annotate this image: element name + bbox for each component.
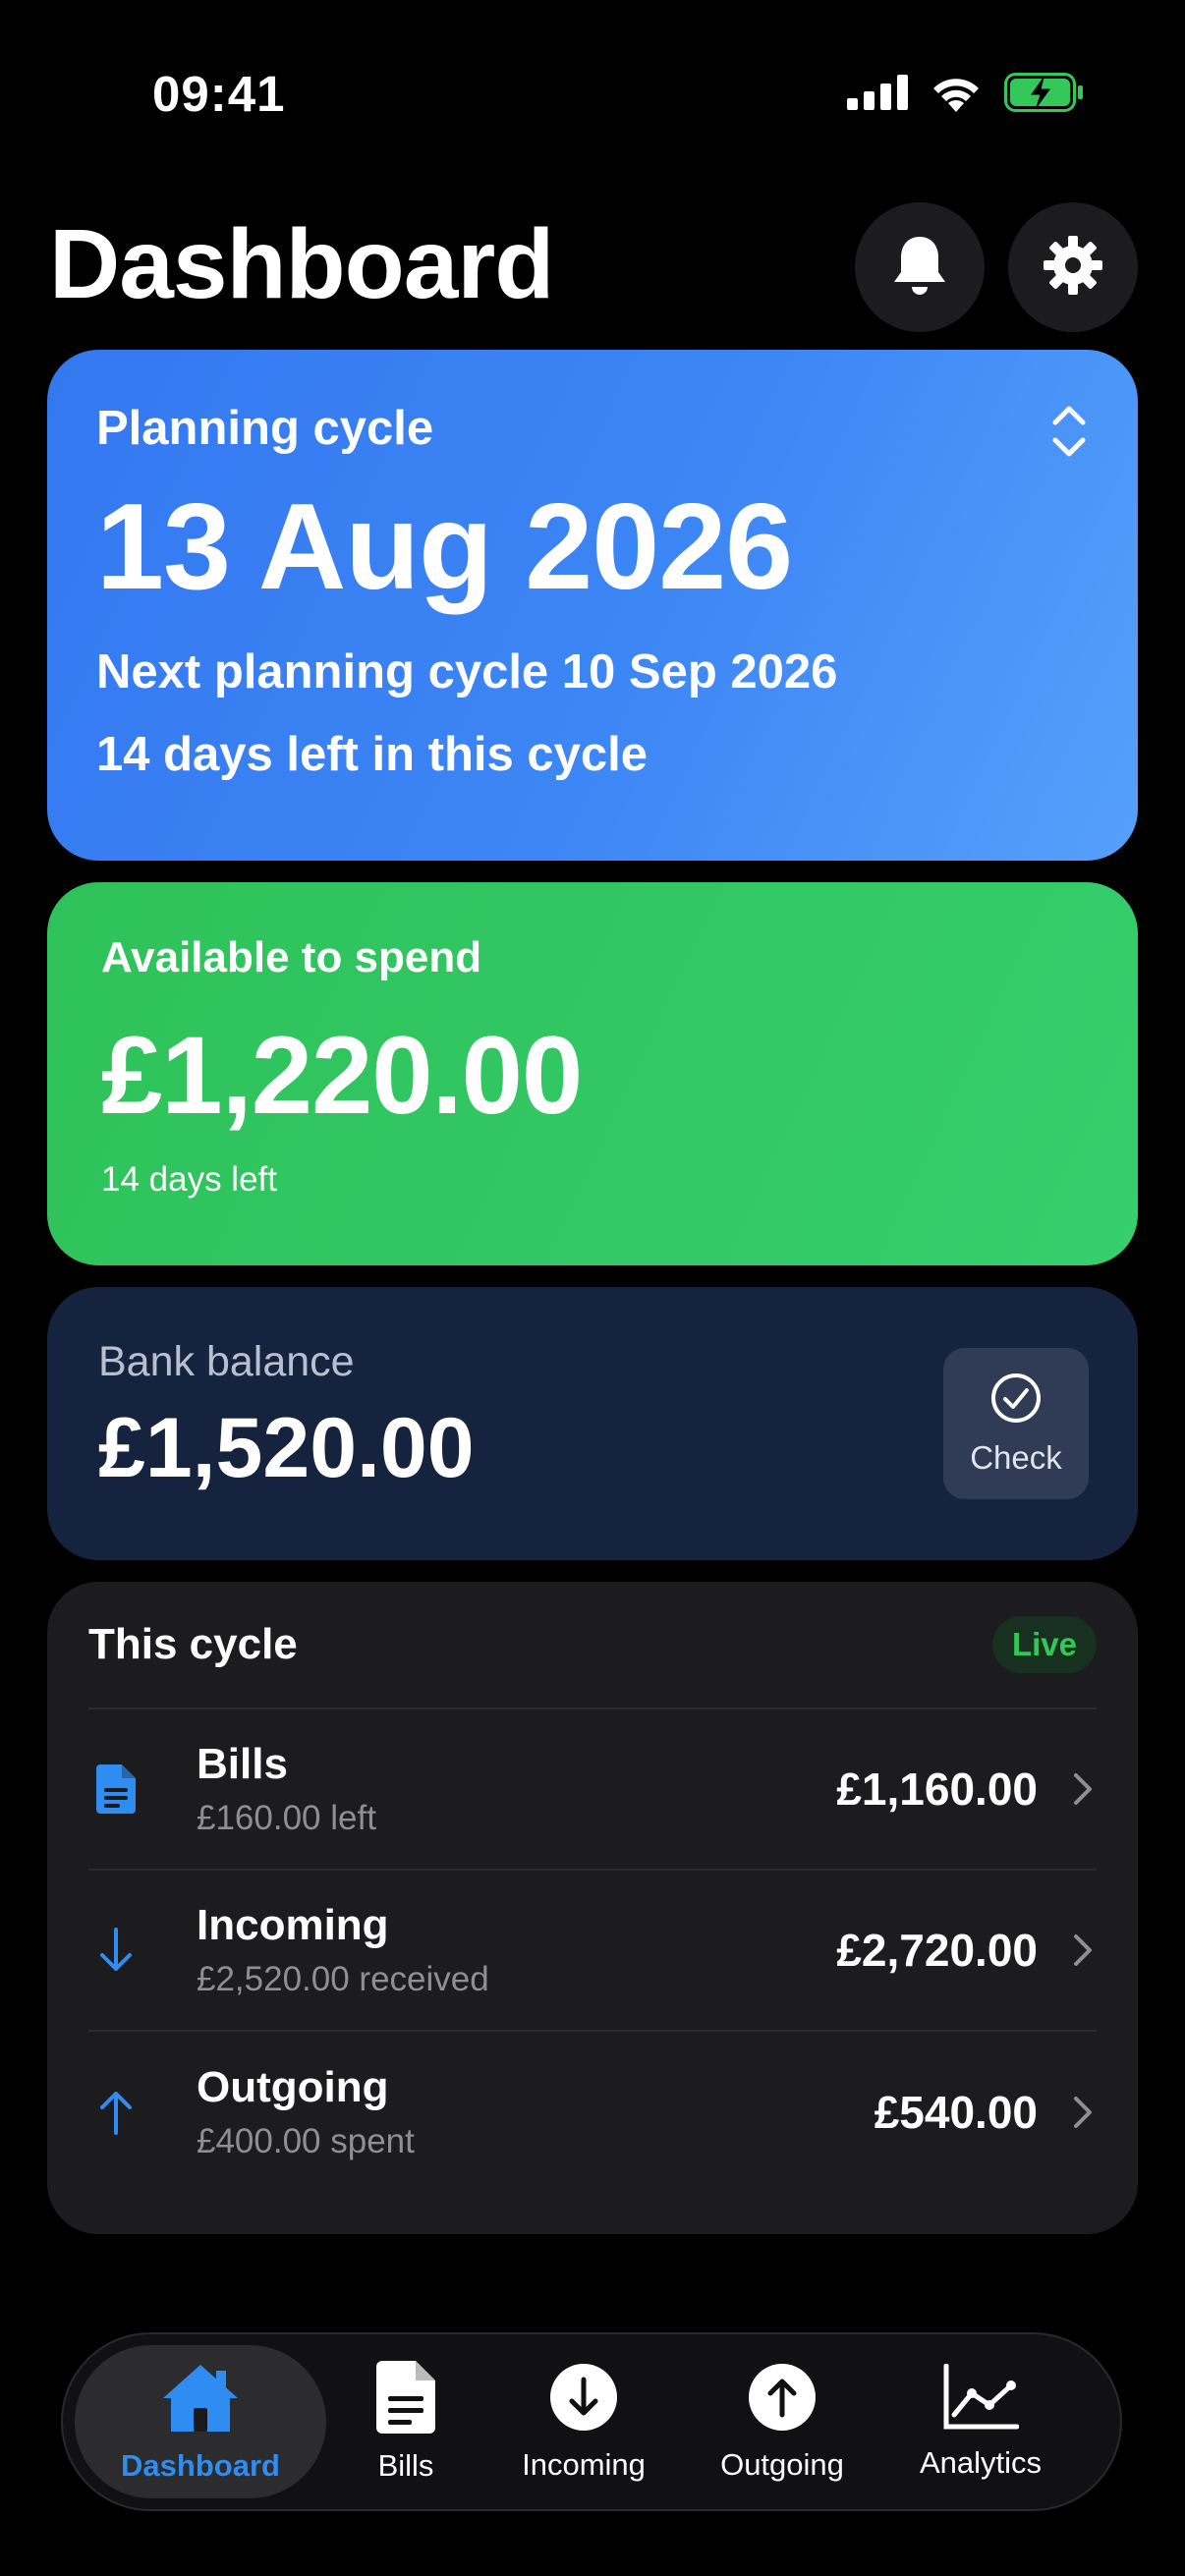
arrow-down-icon — [88, 1926, 197, 1975]
chevron-right-icon — [1073, 1933, 1097, 1967]
notifications-button[interactable] — [855, 202, 985, 332]
cellular-signal-icon — [847, 75, 908, 115]
status-icons — [847, 73, 1085, 117]
summary-row-incoming[interactable]: Incoming £2,520.00 received £2,720.00 — [88, 1871, 1097, 2032]
row-subtitle: £400.00 spent — [197, 2122, 415, 2160]
spend-label: Available to spend — [101, 933, 482, 981]
row-subtitle: £160.00 left — [197, 1799, 376, 1837]
bank-balance-label: Bank balance — [98, 1338, 355, 1385]
chevron-right-icon — [1073, 2096, 1097, 2129]
cycle-days-left: 14 days left in this cycle — [96, 728, 649, 781]
cycle-date: 13 Aug 2026 — [96, 479, 793, 615]
row-title: Incoming — [197, 1901, 389, 1949]
cycle-summary-card: This cycle Live Bills £160.00 left £1,16… — [47, 1582, 1138, 2234]
available-to-spend-card: Available to spend £1,220.00 14 days lef… — [47, 882, 1138, 1265]
chart-line-icon — [942, 2363, 1020, 2436]
document-icon — [88, 1764, 197, 1814]
arrow-down-circle-icon — [548, 2362, 619, 2437]
spend-amount: £1,220.00 — [101, 1014, 583, 1137]
tab-label: Analytics — [919, 2444, 1043, 2480]
settings-button[interactable] — [1008, 202, 1138, 332]
tab-bills[interactable]: Bills — [326, 2345, 485, 2498]
checkmark-circle-icon — [989, 1372, 1043, 1429]
live-badge: Live — [991, 1616, 1097, 1673]
tab-label: Incoming — [522, 2446, 646, 2482]
cycle-label: Planning cycle — [96, 402, 434, 455]
row-title: Outgoing — [197, 2063, 389, 2111]
check-balance-button[interactable]: Check — [943, 1348, 1089, 1499]
tab-label: Dashboard — [121, 2447, 280, 2483]
tab-label: Outgoing — [720, 2446, 844, 2482]
row-amount: £1,160.00 — [836, 1764, 1038, 1815]
wifi-icon — [930, 73, 983, 117]
summary-header: This cycle Live — [88, 1582, 1097, 1709]
row-amount: £540.00 — [874, 2087, 1038, 2138]
summary-row-outgoing[interactable]: Outgoing £400.00 spent £540.00 — [88, 2032, 1097, 2193]
tab-bar: Dashboard Bills Incoming Outgoing Analyt… — [61, 2332, 1122, 2511]
tab-outgoing[interactable]: Outgoing — [682, 2345, 882, 2498]
arrow-up-circle-icon — [747, 2362, 818, 2437]
check-button-label: Check — [970, 1438, 1062, 1476]
tab-dashboard[interactable]: Dashboard — [75, 2345, 326, 2498]
row-amount: £2,720.00 — [836, 1925, 1038, 1976]
house-icon — [159, 2361, 242, 2438]
row-title: Bills — [197, 1740, 288, 1788]
planning-cycle-card[interactable]: Planning cycle 13 Aug 2026 Next planning… — [47, 350, 1138, 861]
chevron-right-icon — [1073, 1772, 1097, 1806]
gear-icon — [1042, 234, 1104, 302]
bank-balance-card: Bank balance £1,520.00 Check — [47, 1287, 1138, 1560]
arrow-up-icon — [88, 2088, 197, 2137]
bank-balance-amount: £1,520.00 — [98, 1401, 475, 1495]
tab-analytics[interactable]: Analytics — [882, 2345, 1079, 2498]
tab-label: Bills — [377, 2447, 434, 2483]
tab-incoming[interactable]: Incoming — [485, 2345, 682, 2498]
chevron-up-down-icon[interactable] — [1049, 403, 1089, 465]
bell-icon — [890, 233, 949, 303]
row-subtitle: £2,520.00 received — [197, 1960, 489, 1998]
next-cycle-text: Next planning cycle 10 Sep 2026 — [96, 645, 838, 699]
summary-row-bills[interactable]: Bills £160.00 left £1,160.00 — [88, 1709, 1097, 1871]
status-bar: 09:41 — [0, 0, 1185, 187]
page-title: Dashboard — [49, 209, 554, 319]
spend-days-left: 14 days left — [101, 1160, 277, 1199]
document-icon — [376, 2360, 435, 2438]
summary-title: This cycle — [88, 1620, 298, 1668]
status-time: 09:41 — [152, 66, 286, 122]
battery-charging-icon — [1004, 73, 1085, 117]
